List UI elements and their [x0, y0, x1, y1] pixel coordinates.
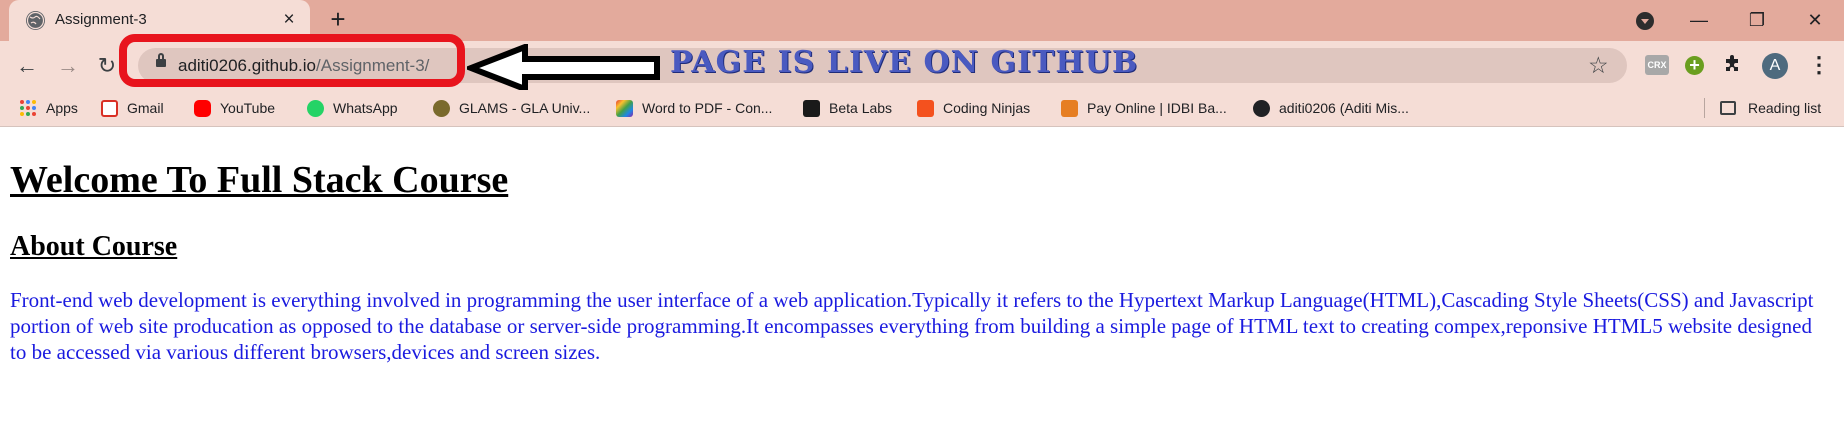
annotation-arrow-icon — [467, 44, 660, 92]
bookmark-beta-labs[interactable]: Beta Labs — [803, 90, 892, 126]
bookmark-label: Word to PDF - Con... — [642, 100, 773, 116]
crx-extension-icon[interactable]: CRX — [1645, 55, 1669, 75]
reading-list-icon — [1720, 101, 1736, 115]
bookmark-whatsapp[interactable]: WhatsApp — [307, 90, 398, 126]
whatsapp-icon — [307, 99, 324, 117]
bookmark-coding-ninjas[interactable]: Coding Ninjas — [917, 90, 1030, 126]
youtube-icon — [194, 99, 211, 117]
forward-button[interactable]: → — [55, 53, 81, 79]
apps-grid-icon — [20, 99, 37, 117]
page-heading: Welcome To Full Stack Course — [10, 159, 509, 201]
bookmark-label: Coding Ninjas — [943, 100, 1031, 116]
minimize-button[interactable]: — — [1684, 6, 1714, 34]
bookmark-label: GLAMS - GLA Univ... — [459, 100, 591, 116]
github-icon — [1253, 99, 1270, 117]
back-button[interactable]: ← — [14, 53, 40, 79]
reading-list-label: Reading list — [1748, 100, 1822, 116]
bookmark-label: YouTube — [220, 100, 276, 116]
bookmark-gmail[interactable]: Gmail — [101, 90, 164, 126]
green-extension-icon[interactable]: + — [1685, 56, 1704, 75]
bookmark-label: Beta Labs — [829, 100, 893, 116]
tab-search-icon[interactable] — [1636, 12, 1654, 30]
annotation-text: PAGE IS LIVE ON GITHUB — [670, 45, 1139, 80]
beta-labs-icon — [803, 99, 820, 117]
annotation-highlight-box — [119, 34, 465, 87]
bookmark-label: Apps — [46, 100, 78, 116]
bookmark-youtube[interactable]: YouTube — [194, 90, 275, 126]
reading-list-button[interactable]: Reading list — [1720, 90, 1821, 126]
extensions-puzzle-icon[interactable] — [1723, 53, 1743, 79]
close-window-button[interactable]: ✕ — [1800, 6, 1830, 34]
coding-ninjas-icon — [917, 99, 934, 117]
page-subheading: About Course — [10, 231, 178, 262]
bookmark-label: WhatsApp — [333, 100, 398, 116]
bookmarks-bar: Apps Gmail YouTube WhatsApp GLAMS - GLA … — [0, 90, 1844, 127]
bookmark-label: aditi0206 (Aditi Mis... — [1279, 100, 1409, 116]
new-tab-button[interactable]: + — [326, 6, 350, 32]
globe-icon — [26, 11, 45, 30]
idbi-icon — [1061, 99, 1078, 117]
bookmark-word-to-pdf[interactable]: Word to PDF - Con... — [616, 90, 772, 126]
restore-button[interactable]: ❐ — [1742, 6, 1772, 34]
bookmarks-divider — [1704, 98, 1705, 118]
gla-icon — [433, 99, 450, 117]
tab-close-icon[interactable]: × — [279, 10, 299, 30]
reload-button[interactable]: ↻ — [94, 53, 120, 79]
profile-avatar[interactable]: A — [1762, 53, 1788, 79]
bookmark-idbi[interactable]: Pay Online | IDBI Ba... — [1061, 90, 1227, 126]
bookmark-glams[interactable]: GLAMS - GLA Univ... — [433, 90, 590, 126]
gmail-icon — [101, 99, 118, 117]
bookmark-label: Pay Online | IDBI Ba... — [1087, 100, 1227, 116]
word-to-pdf-icon — [616, 99, 633, 117]
course-description: Front-end web development is everything … — [10, 288, 1814, 364]
bookmark-github[interactable]: aditi0206 (Aditi Mis... — [1253, 90, 1409, 126]
bookmark-star-icon[interactable]: ☆ — [1588, 52, 1609, 79]
tab-title: Assignment-3 — [55, 11, 147, 28]
menu-icon[interactable]: ⋮ — [1808, 51, 1830, 79]
bookmark-apps[interactable]: Apps — [20, 90, 78, 126]
bookmark-label: Gmail — [127, 100, 164, 116]
